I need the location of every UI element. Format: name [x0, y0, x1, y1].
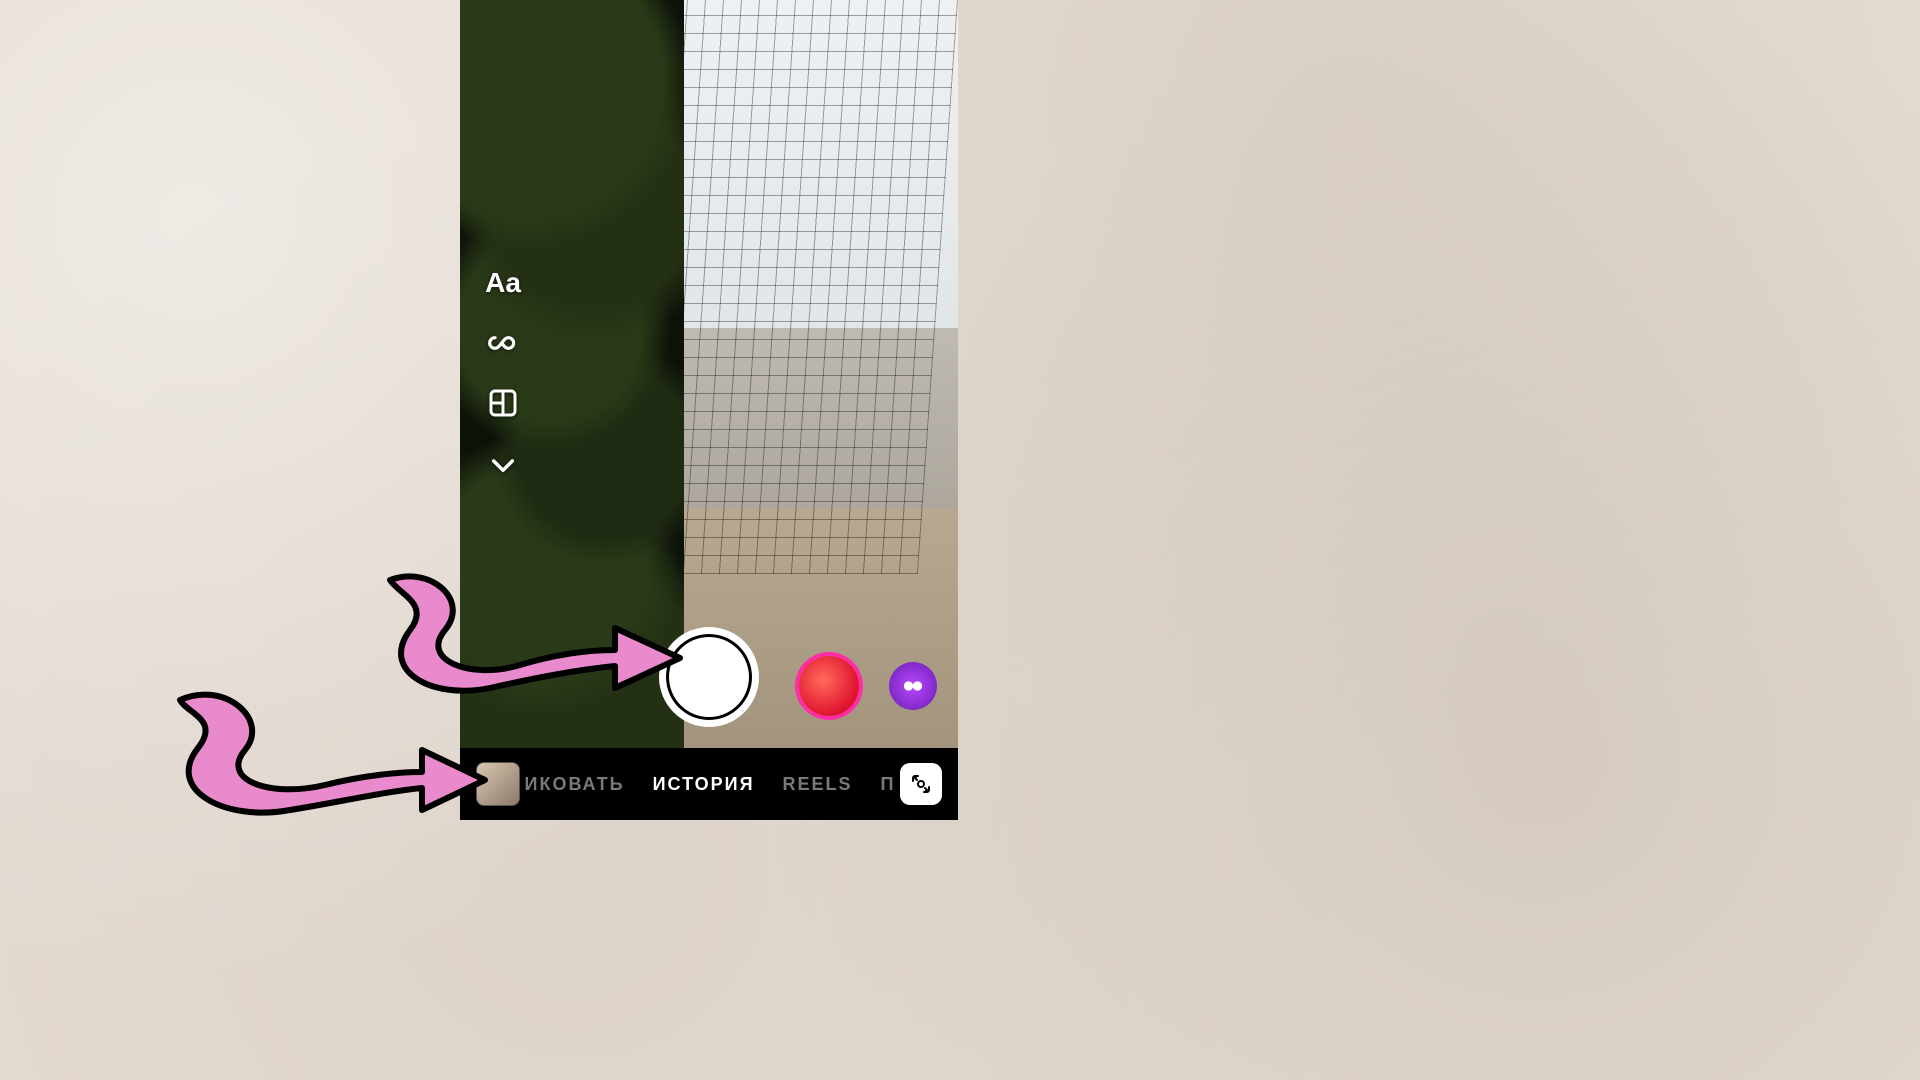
text-aa-icon: Aa: [485, 267, 521, 299]
gallery-thumbnail-button[interactable]: [476, 762, 520, 806]
mode-prev[interactable]: ИКОВАТЬ: [525, 774, 625, 795]
flip-camera-icon: [909, 772, 933, 796]
layout-grid-icon: [487, 387, 519, 419]
mode-next[interactable]: REELS: [783, 774, 853, 795]
effect-2-button[interactable]: [889, 662, 937, 710]
layout-tool-button[interactable]: [480, 380, 526, 426]
effect-1-button[interactable]: [799, 656, 859, 716]
bottom-bar: ИКОВАТЬ ИСТОРИЯ REELS П: [460, 748, 958, 820]
mode-active[interactable]: ИСТОРИЯ: [653, 774, 755, 795]
infinity-icon: [487, 327, 519, 359]
more-tools-button[interactable]: [480, 442, 526, 488]
mode-next2[interactable]: П: [881, 774, 896, 795]
phone-screenshot: Aa ИКОВАТЬ ИСТОРИЯ REELS П: [460, 0, 958, 820]
chevron-down-icon: [487, 449, 519, 481]
boomerang-tool-button[interactable]: [480, 320, 526, 366]
text-tool-button[interactable]: Aa: [480, 260, 526, 306]
mode-selector[interactable]: ИКОВАТЬ ИСТОРИЯ REELS П: [520, 774, 900, 795]
page-background: [0, 0, 1920, 1080]
shutter-button[interactable]: [666, 634, 752, 720]
flip-camera-button[interactable]: [900, 763, 942, 805]
